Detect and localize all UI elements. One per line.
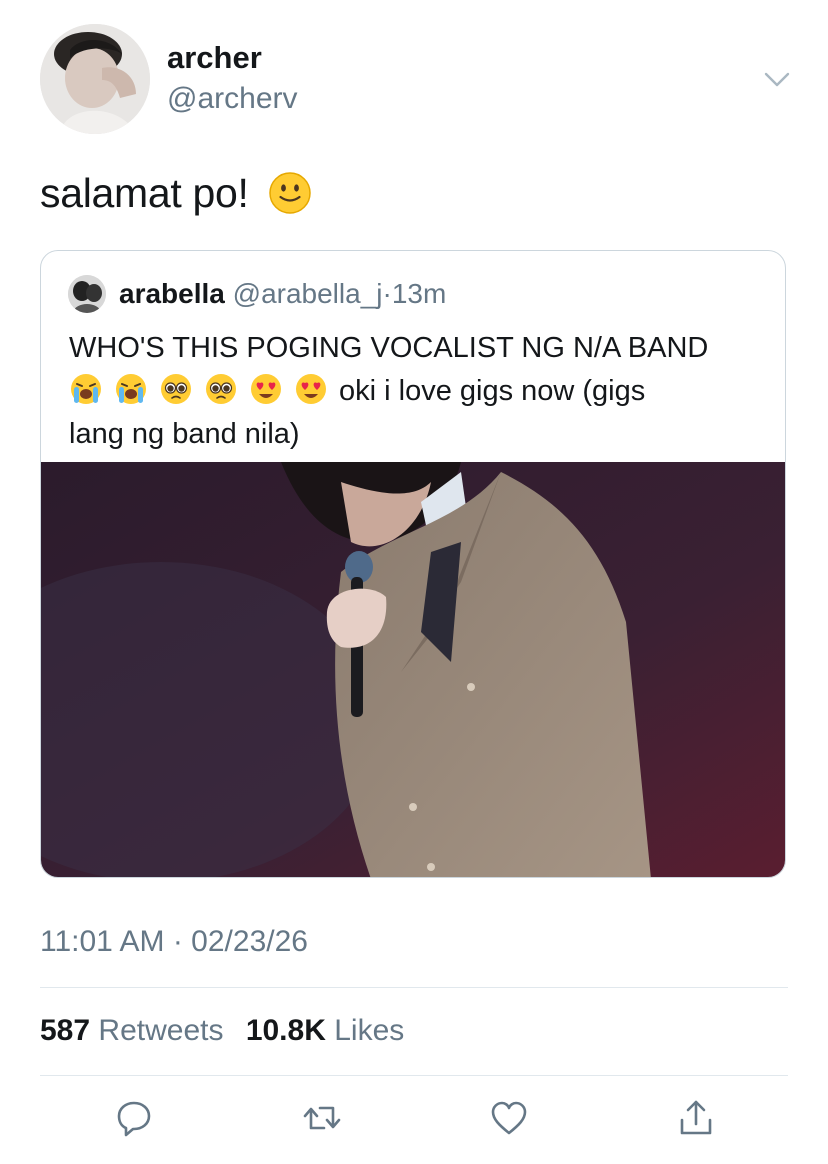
quoted-time: 13m [391, 278, 447, 309]
tweet-text-content: salamat po! [40, 170, 249, 216]
loudly-crying-face-icon [71, 374, 101, 404]
divider [40, 987, 788, 988]
author-avatar[interactable] [40, 24, 150, 134]
pleading-face-icon [161, 374, 191, 404]
heart-eyes-face-icon [296, 374, 326, 404]
quoted-text: WHO'S THIS POGING VOCALIST NG N/A BAND o… [69, 327, 769, 456]
chevron-down-icon[interactable] [762, 64, 792, 94]
quoted-author-avatar[interactable] [68, 275, 106, 313]
pleading-face-icon [206, 374, 236, 404]
tweet-stats: 587 Retweets 10.8K Likes [40, 1014, 418, 1048]
reply-icon[interactable] [114, 1098, 154, 1138]
quoted-line-1: WHO'S THIS POGING VOCALIST NG N/A BAND [69, 332, 709, 364]
tweet-timestamp[interactable]: 11:01 AM · 02/23/26 [40, 925, 308, 959]
quoted-line-2-text: oki i love gigs now (gigs [339, 375, 646, 407]
retweets-label[interactable]: Retweets [98, 1014, 223, 1047]
likes-count[interactable]: 10.8K [246, 1014, 326, 1047]
author-name[interactable]: archer [167, 40, 262, 76]
slightly-smiling-face-icon [269, 172, 311, 214]
quoted-author-name[interactable]: arabella [119, 278, 225, 309]
quoted-header: arabella @arabella_j·13m [119, 278, 446, 310]
heart-eyes-face-icon [251, 374, 281, 404]
quoted-line-3: lang ng band nila) [69, 418, 300, 450]
likes-label[interactable]: Likes [334, 1014, 404, 1047]
share-icon[interactable] [676, 1098, 716, 1138]
quoted-tweet[interactable]: arabella @arabella_j·13m WHO'S THIS POGI… [40, 250, 786, 878]
tweet-text: salamat po! [40, 170, 312, 217]
like-icon[interactable] [489, 1098, 529, 1138]
quoted-author-handle[interactable]: @arabella_j [233, 278, 383, 309]
quoted-line-2: oki i love gigs now (gigs [69, 370, 769, 413]
quoted-photo[interactable] [41, 462, 785, 877]
loudly-crying-face-icon [116, 374, 146, 404]
quoted-separator: · [382, 278, 392, 309]
retweet-icon[interactable] [302, 1098, 342, 1138]
author-handle[interactable]: @archerv [167, 82, 298, 116]
divider [40, 1075, 788, 1076]
retweets-count[interactable]: 587 [40, 1014, 90, 1047]
